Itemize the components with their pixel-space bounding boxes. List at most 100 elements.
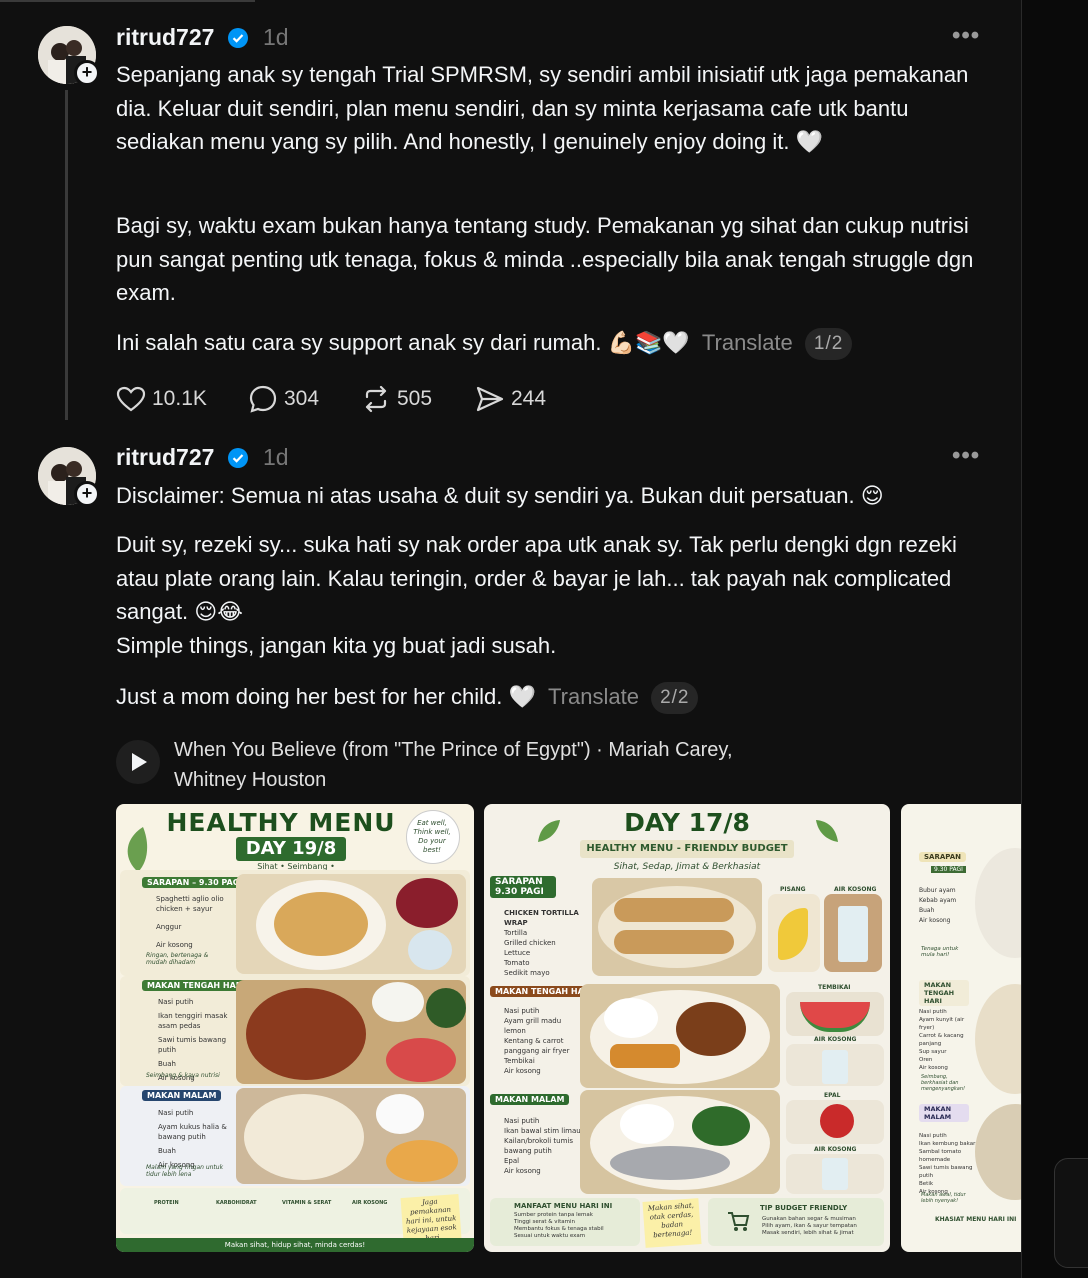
menu-item: Tembikai: [504, 1057, 535, 1065]
menu-item: Spaghetti aglio olio chicken + sayur: [156, 895, 224, 913]
thread-line: [65, 90, 68, 420]
floating-button[interactable]: [1054, 1158, 1088, 1268]
menu-item: Tomato: [504, 959, 530, 967]
more-options-icon[interactable]: •••: [952, 442, 980, 470]
extra-label: EPAL: [824, 1092, 841, 1099]
benefit-item: Sesuai untuk waktu exam: [514, 1233, 586, 1239]
section-label: MAKAN TENGAH HARI: [919, 980, 969, 1006]
menu-item: CHICKEN TORTILLA WRAP: [504, 909, 579, 927]
turmeric-chicken-image: [975, 984, 1021, 1094]
share-count: 244: [511, 387, 547, 410]
post-paragraph: Sepanjang anak sy tengah Trial SPMRSM, s…: [116, 62, 969, 154]
section-items: Nasi putih Ayam grill madu lemon Kentang…: [504, 1006, 574, 1076]
menu-footer: Makan sihat, hidup sihat, minda cerdas!: [116, 1238, 474, 1252]
watermelon-image: [786, 992, 884, 1036]
repost-button[interactable]: 505: [361, 383, 432, 415]
pasta-plate-image: [236, 874, 466, 974]
username[interactable]: ritrud727: [116, 24, 214, 51]
repost-icon: [365, 385, 387, 413]
menu-item: Sambal tomato homemade: [919, 1149, 962, 1163]
more-options-icon[interactable]: •••: [952, 22, 980, 50]
verified-badge-icon: [228, 28, 248, 48]
menu-image-1[interactable]: HEALTHY MENU DAY 19/8 Sihat • Seimbang •…: [116, 804, 474, 1252]
menu-item: Ikan kembung bakar: [919, 1141, 976, 1147]
day-ribbon: DAY 19/8: [236, 837, 346, 861]
like-button[interactable]: 10.1K: [116, 383, 207, 415]
menu-item: Bubur ayam: [919, 887, 956, 894]
menu-item: Air kosong: [919, 1065, 948, 1071]
tip-item: Gunakan bahan segar & musiman: [762, 1216, 856, 1222]
play-button[interactable]: [116, 740, 160, 784]
leaf-icon: [127, 827, 148, 872]
menu-item: Grilled chicken: [504, 939, 556, 947]
menu-image-2[interactable]: DAY 17/8 HEALTHY MENU - FRIENDLY BUDGET …: [484, 804, 890, 1252]
steamed-fish-image: [580, 1090, 780, 1194]
menu-item: Carrot & kacang panjang: [919, 1033, 964, 1047]
tip-item: Pilih ayam, ikan & sayur tempatan: [762, 1223, 857, 1229]
water-glass-image: [786, 1154, 884, 1194]
page-indicator: 2/2: [651, 682, 699, 715]
extra-label: AIR KOSONG: [834, 886, 877, 893]
section-caption: Seimbang, berkhasiat dan mengenyangkan!: [921, 1074, 966, 1092]
menu-item: Air kosong: [504, 1067, 541, 1075]
grilled-fish-image: [975, 1104, 1021, 1200]
comment-button[interactable]: 304: [248, 383, 319, 415]
post-paragraph-last: Just a mom doing her best for her child.…: [116, 680, 996, 715]
menu-item: Lettuce: [504, 949, 531, 957]
translate-link[interactable]: Translate: [548, 684, 639, 709]
section-caption: Ringan, bertenaga & mudah dihadam: [146, 952, 209, 966]
wrap-image: [592, 878, 762, 976]
like-count: 10.1K: [152, 387, 207, 410]
share-button[interactable]: 244: [475, 383, 546, 415]
page-indicator: 1/2: [804, 328, 853, 361]
section-caption: Seimbang & kaya nutrisi: [146, 1072, 220, 1079]
username[interactable]: ritrud727: [116, 444, 214, 471]
play-icon: [132, 753, 147, 771]
repost-count: 505: [397, 387, 433, 410]
section-caption: Tenaga untuk mula hari!: [921, 946, 959, 958]
menu-item: Nasi putih: [919, 1133, 947, 1139]
menu-item: Air kosong: [504, 1167, 541, 1175]
menu-item: Kentang & carrot panggang air fryer: [504, 1037, 570, 1055]
translate-link[interactable]: Translate: [702, 330, 793, 355]
menu-item: Buah: [919, 907, 935, 914]
post-paragraph: Disclaimer: Semua ni atas usaha & duit s…: [116, 483, 884, 508]
menu-item: Ayam kunyit (air fryer): [919, 1017, 965, 1031]
leaf-icon: [538, 820, 560, 842]
menu-title: DAY 17/8: [624, 808, 750, 837]
menu-item: Nasi putih: [158, 1109, 194, 1117]
post-paragraph: Duit sy, rezeki sy... suka hati sy nak o…: [116, 532, 957, 624]
section-items: Nasi putih Ayam kunyit (air fryer) Carro…: [919, 1008, 977, 1072]
menu-item: Ikan tenggiri masak asam pedas: [158, 1012, 228, 1030]
avatar[interactable]: [38, 447, 96, 505]
section-label: SARAPAN – 9.30 PAGI: [142, 877, 248, 888]
note-text: Eat well, Think well, Do your best!: [413, 819, 451, 854]
section-items: CHICKEN TORTILLA WRAP Tortilla Grilled c…: [504, 908, 584, 978]
post-text: Ini salah satu cara sy support anak sy d…: [116, 330, 690, 355]
menu-image-3[interactable]: SARAPAN 9.30 PAGI Bubur ayam Kebab ayam …: [901, 804, 1021, 1252]
benefit-item: Membantu fokus & tenaga stabil: [514, 1226, 604, 1232]
cart-icon: [728, 1212, 750, 1231]
extra-label: PISANG: [780, 886, 806, 893]
follow-plus-icon[interactable]: +: [74, 481, 100, 507]
extra-label: TEMBIKAI: [818, 984, 851, 991]
send-icon: [476, 386, 504, 412]
menu-item: Sup sayur: [919, 1049, 947, 1055]
menu-item: Nasi putih: [504, 1117, 540, 1125]
steamed-chicken-image: [236, 1088, 466, 1184]
menu-item: Sawi tumis bawang putih: [158, 1036, 227, 1054]
menu-item: Ayam grill madu lemon: [504, 1017, 562, 1035]
image-carousel[interactable]: HEALTHY MENU DAY 19/8 Sihat • Seimbang •…: [0, 804, 1021, 1252]
porridge-bowl-image: [975, 848, 1021, 958]
footer-title: KHASIAT MENU HARI INI: [935, 1216, 1017, 1223]
section-label: SARAPAN 9.30 PAGI: [490, 876, 556, 898]
post-paragraph: Bagi sy, waktu exam bukan hanya tentang …: [116, 213, 974, 305]
heart-icon: [116, 386, 146, 412]
follow-plus-icon[interactable]: +: [74, 60, 100, 86]
water-glass-image: [824, 894, 882, 972]
menu-item: Betik: [919, 1181, 934, 1187]
menu-item: Nasi putih: [504, 1007, 540, 1015]
post-time: 1d: [263, 444, 289, 470]
menu-item: Epal: [504, 1157, 520, 1165]
extra-label: AIR KOSONG: [814, 1146, 857, 1153]
